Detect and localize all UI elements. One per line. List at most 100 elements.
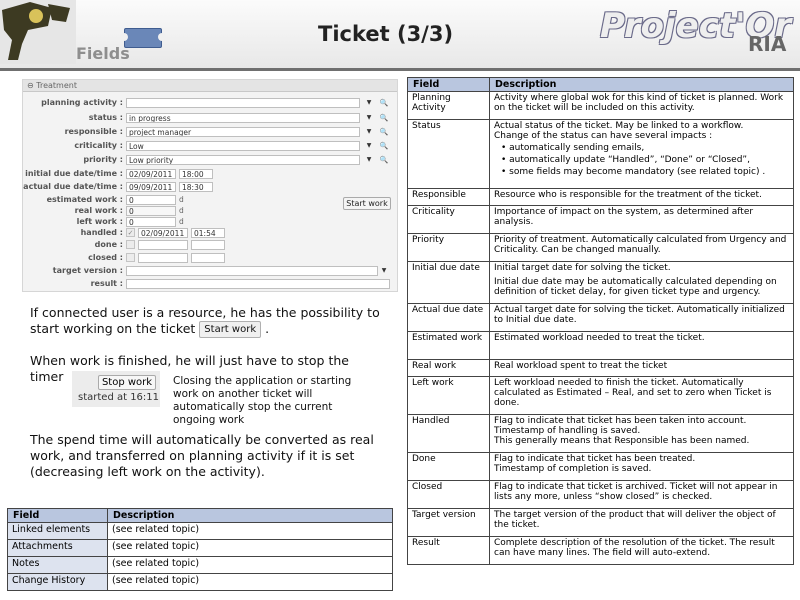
initial-due-date-input[interactable]: 02/09/2011 (126, 169, 176, 179)
stop-work-button[interactable]: Stop work (98, 375, 156, 390)
done-time-input[interactable] (191, 240, 225, 250)
closed-date-input[interactable] (138, 253, 188, 263)
table-row: Criticality Importance of impact on the s… (407, 205, 794, 234)
target-version-label: target version : (52, 266, 123, 275)
table-row: Actual due date Actual target date for so… (407, 303, 794, 332)
row-actual-due: actual due date/time : 09/09/2011 18:30 (23, 182, 397, 193)
search-icon[interactable]: 🔍 (379, 141, 389, 151)
target-version-select[interactable] (126, 266, 378, 276)
description-line: The target version of the product that w… (494, 510, 776, 530)
brand-sub: RIA (748, 32, 787, 56)
table-header-row: Field Description (7, 508, 393, 523)
closed-checkbox[interactable] (126, 253, 135, 262)
handled-date-input[interactable]: 02/09/2011 (138, 228, 188, 238)
table-row: Left work Left workload needed to finish … (407, 376, 794, 415)
criticality-label: criticality : (74, 141, 123, 150)
camera-logo-icon (0, 0, 76, 64)
row-done: done : (23, 240, 397, 251)
handled-checkbox[interactable]: ✓ (126, 228, 135, 237)
closed-time-input[interactable] (191, 253, 225, 263)
chevron-down-icon[interactable]: ▼ (379, 266, 389, 276)
row-criticality: criticality : Low ▼ 🔍 (23, 141, 397, 152)
responsible-select[interactable]: project manager (126, 127, 360, 137)
done-date-input[interactable] (138, 240, 188, 250)
description-cell: Importance of impact on the system, as d… (489, 205, 794, 234)
panel-header[interactable]: ⊖ Treatment (23, 80, 397, 92)
criticality-select[interactable]: Low (126, 141, 360, 151)
status-select[interactable]: in progress (126, 113, 360, 123)
table-row: Priority Priority of treatment. Automatic… (407, 233, 794, 262)
collapse-icon[interactable]: ⊖ (27, 81, 34, 90)
field-cell: Linked elements (7, 522, 108, 540)
handled-label: handled : (80, 228, 123, 237)
table-row: Planning Activity Activity where global w… (407, 91, 794, 120)
initial-due-time-input[interactable]: 18:00 (179, 169, 213, 179)
start-work-button[interactable]: Start work (343, 197, 391, 210)
inline-start-work-button[interactable]: Start work (199, 321, 262, 338)
actual-due-date-input[interactable]: 09/09/2011 (126, 182, 176, 192)
result-textarea[interactable] (126, 279, 390, 289)
priority-label: priority : (83, 155, 123, 164)
field-cell: Priority (407, 233, 490, 262)
period-text: . (265, 321, 270, 336)
description-line: Actual status of the ticket. May be link… (494, 121, 744, 131)
description-line: Importance of impact on the system, as d… (494, 207, 754, 227)
description-line: Timestamp of completion is saved. (494, 464, 652, 474)
field-cell: Planning Activity (407, 91, 490, 120)
chevron-down-icon[interactable]: ▼ (364, 141, 374, 151)
description-line: Real workload spent to treat the ticket (494, 361, 668, 371)
description-line: This generally means that Responsible ha… (494, 436, 750, 446)
search-icon[interactable]: 🔍 (379, 155, 389, 165)
handled-time-input[interactable]: 01:54 (191, 228, 225, 238)
planning-activity-select[interactable] (126, 98, 360, 108)
description-cell: (see related topic) (107, 539, 393, 557)
row-left-work: left work : 0 d (23, 217, 397, 228)
estimated-work-input[interactable]: 0 (126, 195, 176, 205)
column-header: Description (107, 508, 393, 523)
table-row: Linked elements (see related topic) (7, 522, 393, 540)
description-cell: Actual status of the ticket. May be link… (489, 119, 794, 189)
description-line: Change of the status can have several im… (494, 131, 713, 141)
chevron-down-icon[interactable]: ▼ (364, 98, 374, 108)
left-work-input[interactable]: 0 (126, 217, 176, 227)
search-icon[interactable]: 🔍 (379, 98, 389, 108)
field-cell: Notes (7, 556, 108, 574)
field-cell: Done (407, 452, 490, 481)
description-line: Activity where global wok for this kind … (494, 93, 784, 113)
description-cell: (see related topic) (107, 573, 393, 591)
description-cell: Real workload spent to treat the ticket (489, 359, 794, 377)
table-row: Notes (see related topic) (7, 556, 393, 574)
field-cell: Responsible (407, 188, 490, 206)
field-cell: Closed (407, 480, 490, 509)
row-planning-activity: planning activity : ▼ 🔍 (23, 98, 397, 109)
stop-work-widget: Stop work started at 16:11 (72, 371, 160, 407)
table-row: Attachments (see related topic) (7, 539, 393, 557)
description-cell: Estimated workload needed to treat the t… (489, 331, 794, 360)
row-result: result : (23, 279, 397, 290)
field-cell: Left work (407, 376, 490, 415)
description-line: Left workload needed to finish the ticke… (494, 378, 772, 408)
field-cell: Change History (7, 573, 108, 591)
table-row: Change History (see related topic) (7, 573, 393, 591)
chevron-down-icon[interactable]: ▼ (364, 155, 374, 165)
priority-select[interactable]: Low priority (126, 155, 360, 165)
description-line: Flag to indicate that ticket is archived… (494, 482, 778, 502)
responsible-label: responsible : (64, 127, 123, 136)
work-unit: d (179, 217, 184, 226)
description-cell: Flag to indicate that ticket is archived… (489, 480, 794, 509)
search-icon[interactable]: 🔍 (379, 127, 389, 137)
field-cell: Actual due date (407, 303, 490, 332)
done-checkbox[interactable] (126, 240, 135, 249)
search-icon[interactable]: 🔍 (379, 113, 389, 123)
column-header: Description (489, 77, 794, 92)
impact-list: automatically sending emails, automatical… (494, 143, 789, 177)
initial-due-label: initial due date/time : (25, 169, 123, 178)
actual-due-time-input[interactable]: 18:30 (179, 182, 213, 192)
chevron-down-icon[interactable]: ▼ (364, 127, 374, 137)
row-status: status : in progress ▼ 🔍 (23, 113, 397, 124)
description-cell: Resource who is responsible for the trea… (489, 188, 794, 206)
description-cell: Left workload needed to finish the ticke… (489, 376, 794, 415)
chevron-down-icon[interactable]: ▼ (364, 113, 374, 123)
field-cell: Initial due date (407, 261, 490, 304)
description-line: Initial target date for solving the tick… (494, 263, 671, 273)
